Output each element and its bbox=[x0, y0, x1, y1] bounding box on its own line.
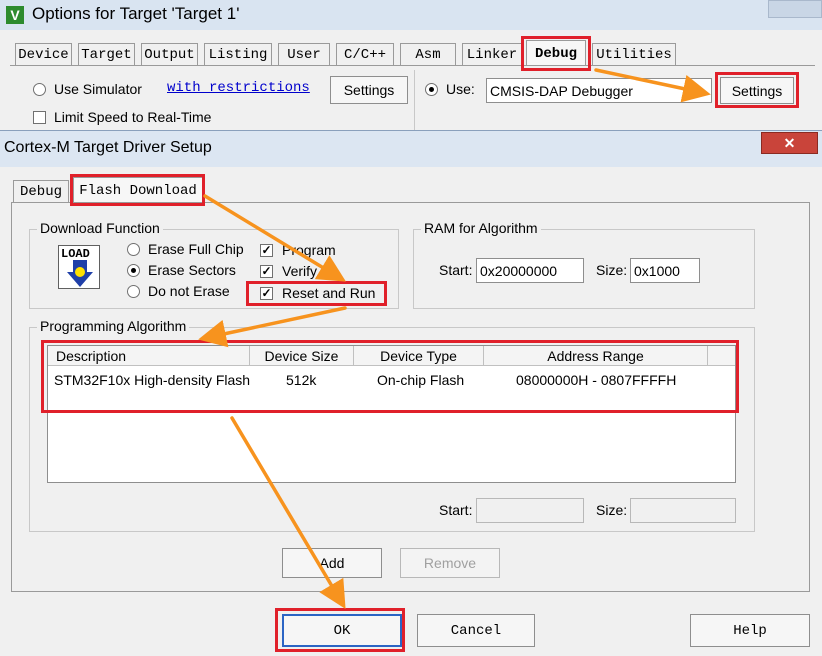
dialog-title-bar: Cortex-M Target Driver Setup ✕ bbox=[0, 131, 822, 167]
tab-listing[interactable]: Listing bbox=[204, 43, 272, 65]
limit-speed-checkbox[interactable] bbox=[33, 111, 46, 124]
erase-full-chip-label: Erase Full Chip bbox=[148, 241, 244, 257]
limit-speed-label: Limit Speed to Real-Time bbox=[54, 109, 212, 125]
keil-app-icon: V bbox=[6, 6, 24, 24]
algo-start-label: Start: bbox=[439, 502, 473, 518]
program-checkbox[interactable]: ✓ bbox=[260, 244, 273, 257]
ram-size-input[interactable]: 0x1000 bbox=[630, 258, 700, 283]
algo-size-input[interactable] bbox=[630, 498, 736, 523]
column-header-device-type[interactable]: Device Type bbox=[354, 346, 484, 366]
options-window: V Options for Target 'Target 1' Device T… bbox=[0, 0, 822, 130]
tab-dialog-debug[interactable]: Debug bbox=[13, 180, 69, 202]
dialog-close-button[interactable]: ✕ bbox=[761, 132, 818, 154]
tab-debug[interactable]: Debug bbox=[526, 40, 586, 66]
column-divider bbox=[414, 70, 415, 130]
download-function-label: Download Function bbox=[37, 220, 163, 236]
tab-flash-download[interactable]: Flash Download bbox=[73, 177, 203, 203]
ram-start-label: Start: bbox=[439, 262, 473, 278]
reset-and-run-checkbox[interactable]: ✓ bbox=[260, 287, 273, 300]
algo-size-label: Size: bbox=[596, 502, 628, 518]
tab-strip-line bbox=[10, 65, 815, 66]
verify-checkbox[interactable]: ✓ bbox=[260, 265, 273, 278]
verify-label: Verify bbox=[282, 263, 318, 279]
column-header-address-range[interactable]: Address Range bbox=[484, 346, 708, 366]
row-address-range: 08000000H - 0807FFFFH bbox=[516, 372, 677, 388]
row-description: STM32F10x High-density Flash bbox=[54, 372, 251, 388]
options-window-title: Options for Target 'Target 1' bbox=[32, 4, 240, 23]
tab-linker[interactable]: Linker bbox=[462, 43, 522, 65]
algo-start-input[interactable] bbox=[476, 498, 584, 523]
cancel-button[interactable]: Cancel bbox=[417, 614, 535, 647]
close-icon: ✕ bbox=[783, 134, 796, 151]
tab-asm[interactable]: Asm bbox=[400, 43, 456, 65]
erase-sectors-radio[interactable] bbox=[127, 264, 140, 277]
remove-button[interactable]: Remove bbox=[400, 548, 500, 578]
debugger-settings-button[interactable]: Settings bbox=[720, 77, 794, 104]
ram-size-label: Size: bbox=[596, 262, 628, 278]
erase-full-chip-radio[interactable] bbox=[127, 243, 140, 256]
algorithm-list[interactable]: Description Device Size Device Type Addr… bbox=[47, 345, 736, 483]
use-simulator-label: Use Simulator bbox=[54, 81, 142, 97]
ram-start-input[interactable]: 0x20000000 bbox=[476, 258, 584, 283]
row-device-size: 512k bbox=[286, 372, 317, 388]
reset-and-run-label: Reset and Run bbox=[282, 285, 376, 301]
program-label: Program bbox=[282, 242, 336, 258]
options-title-bar: V Options for Target 'Target 1' bbox=[0, 0, 822, 30]
tab-utilities[interactable]: Utilities bbox=[592, 43, 676, 65]
debugger-select[interactable]: CMSIS-DAP Debugger bbox=[486, 78, 712, 103]
do-not-erase-radio[interactable] bbox=[127, 285, 140, 298]
programming-algorithm-label: Programming Algorithm bbox=[37, 318, 190, 334]
do-not-erase-label: Do not Erase bbox=[148, 283, 230, 299]
tab-device[interactable]: Device bbox=[15, 43, 72, 65]
dialog-title: Cortex-M Target Driver Setup bbox=[4, 139, 212, 156]
debugger-select-value: CMSIS-DAP Debugger bbox=[490, 82, 633, 99]
use-label: Use: bbox=[446, 81, 475, 97]
column-header-description[interactable]: Description bbox=[48, 346, 250, 366]
tab-output[interactable]: Output bbox=[141, 43, 198, 65]
help-button[interactable]: Help bbox=[690, 614, 810, 647]
tab-c-cpp[interactable]: C/C++ bbox=[336, 43, 394, 65]
table-row[interactable]: STM32F10x High-density Flash 512k On-chi… bbox=[48, 366, 735, 392]
with-restrictions-link[interactable]: with restrictions bbox=[167, 80, 310, 96]
tab-target[interactable]: Target bbox=[78, 43, 135, 65]
simulator-settings-button[interactable]: Settings bbox=[330, 76, 408, 104]
algorithm-list-header: Description Device Size Device Type Addr… bbox=[48, 346, 735, 366]
erase-sectors-label: Erase Sectors bbox=[148, 262, 236, 278]
tab-user[interactable]: User bbox=[278, 43, 330, 65]
add-button[interactable]: Add bbox=[282, 548, 382, 578]
column-header-device-size[interactable]: Device Size bbox=[250, 346, 354, 366]
load-icon: LOAD bbox=[58, 245, 100, 289]
row-device-type: On-chip Flash bbox=[377, 372, 465, 388]
use-simulator-radio[interactable] bbox=[33, 83, 46, 96]
use-debugger-radio[interactable] bbox=[425, 83, 438, 96]
ram-for-algorithm-label: RAM for Algorithm bbox=[421, 220, 541, 236]
ok-button[interactable]: OK bbox=[282, 614, 402, 647]
window-minimize-button[interactable] bbox=[768, 0, 822, 18]
